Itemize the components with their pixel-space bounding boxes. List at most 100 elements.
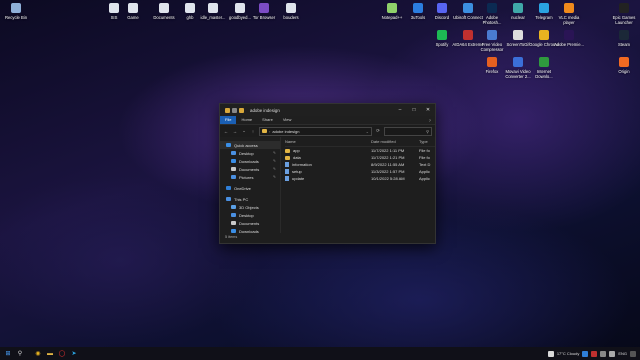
file-name-cell: app <box>285 148 371 153</box>
nav-item[interactable]: OneDrive <box>220 184 280 192</box>
file-row[interactable]: app 11/7/2022 1:11 PM File fo <box>285 147 435 154</box>
desktop-shortcut[interactable]: Recycle Bin <box>0 3 32 20</box>
file-row[interactable]: update 10/1/2022 5:28 AM Applic <box>285 175 435 182</box>
file-icon <box>128 3 138 13</box>
language-indicator[interactable]: ENG <box>618 351 627 356</box>
help-icon[interactable]: ? <box>429 118 431 123</box>
nav-item-label: Downloads <box>239 228 259 234</box>
recycle-bin-icon <box>11 3 21 13</box>
tab-view[interactable]: View <box>278 116 297 124</box>
new-folder-icon[interactable] <box>239 107 244 113</box>
address-row: ← → ⌄ ↑ › adobe indesign ⌄ ⟳ ⚲ <box>220 125 435 137</box>
maximize-button[interactable]: □ <box>407 104 421 116</box>
tab-share[interactable]: Share <box>257 116 278 124</box>
file-row[interactable]: data 11/7/2022 1:21 PM File fo <box>285 154 435 161</box>
file-explorer-window[interactable]: adobe indesign – □ ✕ File Home Share Vie… <box>219 103 436 244</box>
tab-file[interactable]: File <box>220 116 237 124</box>
premiere-icon <box>564 30 574 40</box>
desktop-shortcut[interactable]: Steam <box>608 30 640 47</box>
file-list: Name Date modified Type app 11/7/2022 1:1… <box>281 137 435 233</box>
documents-icon <box>231 221 236 225</box>
title-bar[interactable]: adobe indesign – □ ✕ <box>220 104 435 116</box>
recent-locations-icon[interactable]: ⌄ <box>241 128 247 134</box>
file-icon <box>285 176 289 181</box>
up-icon[interactable]: ↑ <box>250 129 256 134</box>
nav-item[interactable]: Desktop <box>220 211 280 219</box>
properties-icon[interactable] <box>232 107 237 113</box>
address-bar[interactable]: › adobe indesign ⌄ <box>259 126 372 136</box>
nav-item[interactable]: Downloads ✎ <box>220 157 280 165</box>
file-icon <box>285 162 289 167</box>
nav-item[interactable]: Pictures ✎ <box>220 173 280 181</box>
desktop-shortcut[interactable]: Adobe Premie... <box>553 30 585 47</box>
file-row[interactable]: setup 11/3/2022 1:57 PM Applic <box>285 168 435 175</box>
back-icon[interactable]: ← <box>223 129 229 134</box>
folder-icon <box>262 129 267 133</box>
network-icon[interactable] <box>600 350 607 357</box>
search-icon: ⚲ <box>426 128 429 134</box>
desktop-shortcut-label: Epic Games Launcher <box>612 15 636 25</box>
nav-item[interactable]: 3D Objects <box>220 203 280 211</box>
tor-icon <box>259 3 269 13</box>
desktop-shortcut[interactable]: VLC media player <box>553 3 585 25</box>
taskbar-apps: ⊞ ⚲ ◉ ▬ ◯ ➤ <box>0 347 80 360</box>
search-icon[interactable]: ⚲ <box>14 347 26 360</box>
start-icon[interactable]: ⊞ <box>2 347 14 360</box>
ubisoft-icon <box>463 3 473 13</box>
chrome-icon <box>539 30 549 40</box>
column-type[interactable]: Type <box>419 139 435 144</box>
desktop-shortcut[interactable]: Internet Downlo... <box>528 57 560 79</box>
desktop-shortcut[interactable]: Epic Games Launcher <box>608 3 640 25</box>
notifications-icon[interactable] <box>630 350 636 357</box>
file-date: 11/7/2022 1:21 PM <box>371 155 405 160</box>
desktop-shortcut[interactable]: Origin <box>608 57 640 74</box>
onedrive-icon <box>226 186 231 190</box>
chrome-icon[interactable]: ◉ <box>32 347 44 360</box>
close-button[interactable]: ✕ <box>421 104 435 116</box>
weather-icon[interactable] <box>547 350 554 357</box>
photoshop-icon <box>487 3 497 13</box>
nav-item[interactable]: Documents <box>220 219 280 227</box>
3d-objects-icon <box>231 205 236 209</box>
desktop-shortcut-label: Game <box>127 15 139 20</box>
nav-item[interactable]: Quick access <box>220 141 280 149</box>
system-tray: 17°C Cloudy ENG <box>547 350 640 357</box>
file-date: 10/1/2022 5:28 AM <box>371 176 405 181</box>
file-icon <box>208 3 218 13</box>
file-name-cell: update <box>285 176 371 181</box>
window-title: adobe indesign <box>250 107 280 113</box>
minimize-button[interactable]: – <box>393 104 407 116</box>
desktop-icon <box>231 213 236 217</box>
nav-item[interactable]: This PC <box>220 195 280 203</box>
tray-app-icon[interactable] <box>591 350 598 357</box>
address-dropdown-icon[interactable]: ⌄ <box>366 129 369 134</box>
file-explorer-icon[interactable]: ▬ <box>44 347 56 360</box>
nav-item-label: Documents <box>239 220 260 226</box>
search-input[interactable]: ⚲ <box>384 126 432 136</box>
opera-icon[interactable]: ◯ <box>56 347 68 360</box>
nav-item-label: Downloads <box>239 158 259 164</box>
onedrive-tray-icon[interactable] <box>582 350 589 357</box>
column-date-modified[interactable]: Date modified <box>371 139 419 144</box>
nav-item[interactable]: Downloads <box>220 227 280 235</box>
firefox-icon <box>487 57 497 67</box>
tab-home[interactable]: Home <box>236 116 257 124</box>
desktop-icon <box>231 151 236 155</box>
breadcrumb: adobe indesign <box>272 128 300 134</box>
telegram-icon <box>539 3 549 13</box>
movavi-icon <box>513 57 523 67</box>
desktop-shortcut[interactable]: bouders <box>275 3 307 20</box>
desktop-shortcut-label: Adobe Premie... <box>553 42 585 47</box>
file-row[interactable]: information 8/9/2022 11:55 AM Text D <box>285 161 435 168</box>
column-name[interactable]: Name <box>285 139 371 144</box>
weather-text[interactable]: 17°C Cloudy <box>557 351 580 356</box>
nav-item[interactable]: Desktop ✎ <box>220 149 280 157</box>
volume-icon[interactable] <box>609 350 616 357</box>
spotify-icon <box>437 30 447 40</box>
nav-item[interactable]: Documents ✎ <box>220 165 280 173</box>
desktop-shortcut[interactable]: Game <box>117 3 149 20</box>
file-name: update <box>292 176 305 181</box>
refresh-icon[interactable]: ⟳ <box>375 128 381 134</box>
telegram-icon[interactable]: ➤ <box>68 347 80 360</box>
forward-icon[interactable]: → <box>232 129 238 134</box>
